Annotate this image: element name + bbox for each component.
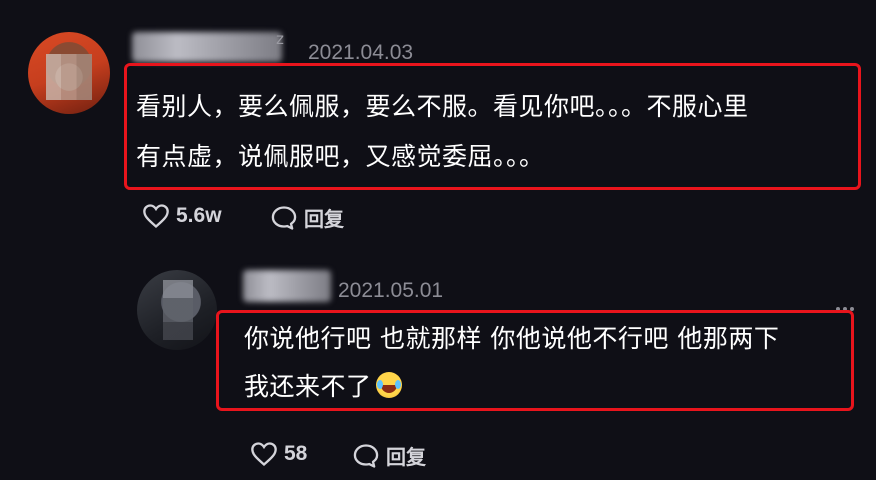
username-blurred[interactable] (243, 270, 331, 302)
reply-button[interactable]: 回复 (352, 441, 426, 470)
reply-label: 回复 (304, 207, 344, 231)
comment-date: 2021.05.01 (338, 279, 444, 302)
reply-button[interactable]: 回复 (270, 203, 344, 232)
comment-text: 我还来不了 (244, 372, 372, 401)
laughing-crying-emoji-icon (375, 372, 402, 398)
reply-label: 回复 (386, 445, 426, 469)
comment-bubble-icon (353, 443, 379, 468)
like-count: 5.6w (176, 204, 222, 227)
avatar[interactable] (137, 270, 217, 350)
comment-bubble-icon (271, 205, 297, 230)
like-button[interactable]: 5.6w (142, 203, 222, 229)
username-tail: z (276, 30, 284, 48)
comment-text-line: 你说他行吧 也就那样 你他说他不行吧 他那两下 (244, 324, 780, 353)
like-count: 58 (284, 442, 308, 465)
comment-text-line-2: 我还来不了 (244, 362, 402, 412)
avatar-pixelation (46, 54, 92, 100)
like-button[interactable]: 58 (250, 441, 307, 467)
heart-icon (143, 204, 169, 229)
heart-icon (251, 442, 277, 467)
comment-text-line: 有点虚，说佩服吧，又感觉委屈。。。 (136, 142, 545, 171)
avatar[interactable] (28, 32, 110, 114)
comment-date: 2021.04.03 (308, 41, 414, 64)
avatar-pixelation (163, 280, 193, 340)
username-blurred[interactable] (132, 32, 282, 62)
comment-text-line: 看别人，要么佩服，要么不服。看见你吧。。。不服心里 (136, 92, 749, 121)
